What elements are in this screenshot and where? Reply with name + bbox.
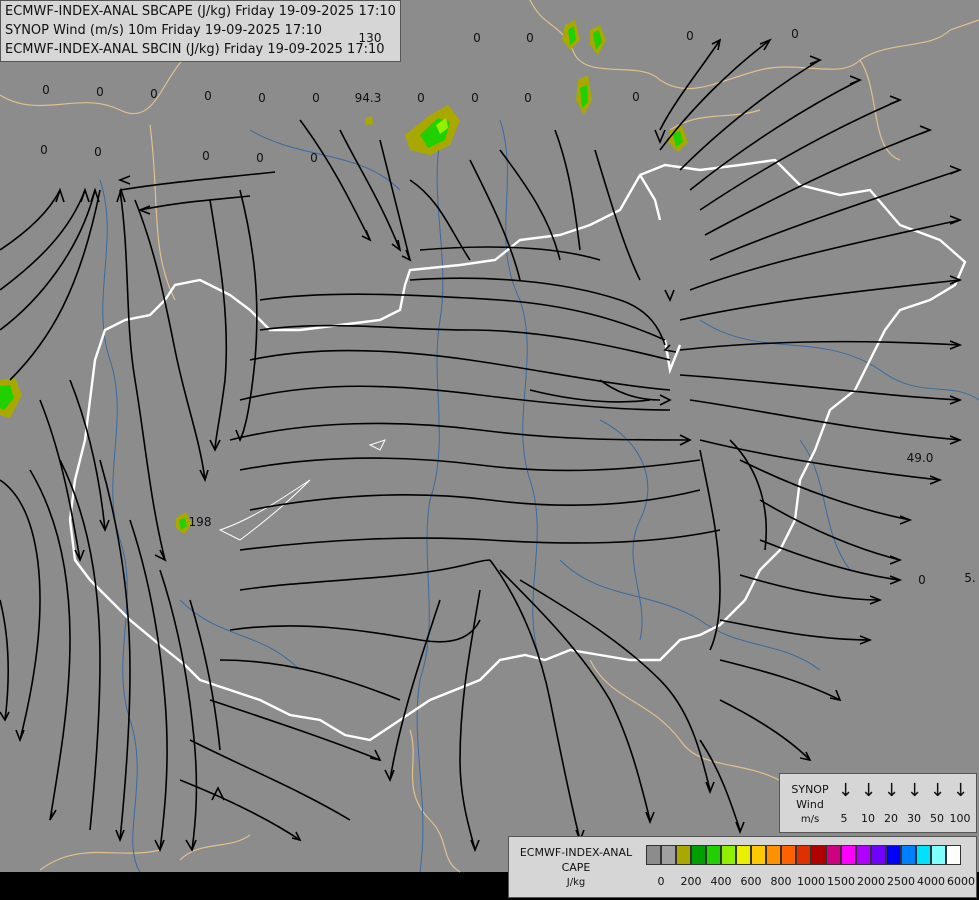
value-label: 0 — [632, 90, 640, 104]
wind-speed-label: 20 — [884, 812, 898, 825]
cape-legend-title-line2: CAPE — [561, 861, 591, 874]
cape-color-swatch — [646, 845, 661, 865]
wind-speed-label: 100 — [949, 812, 971, 825]
cape-tick-label: 2500 — [887, 875, 915, 888]
cape-color-swatch — [916, 845, 931, 865]
wind-arrow-icon: ↓ — [953, 780, 969, 801]
cape-color-swatch — [931, 845, 946, 865]
value-label: 0 — [918, 573, 926, 587]
wind-speed-label: 30 — [907, 812, 921, 825]
wind-speed-label: 50 — [930, 812, 944, 825]
cape-color-swatch — [661, 845, 676, 865]
cape-tick-label: 800 — [770, 875, 792, 888]
value-label: 0 — [526, 31, 534, 45]
value-label: 0 — [417, 91, 425, 105]
value-label-cape: 130 — [358, 31, 382, 45]
cape-color-swatch — [706, 845, 721, 865]
wind-legend-title-line2: Wind — [796, 798, 824, 811]
cape-color-swatch — [856, 845, 871, 865]
title-sbcin: ECMWF-INDEX-ANAL SBCIN (J/kg) Friday 19-… — [5, 42, 385, 57]
value-label: 0 — [96, 85, 104, 99]
cape-legend-title-line1: ECMWF-INDEX-ANAL — [519, 846, 633, 859]
wind-speed-label: 10 — [861, 812, 875, 825]
value-label: 0 — [256, 151, 264, 165]
title-sbcape: ECMWF-INDEX-ANAL SBCAPE (J/kg) Friday 19… — [5, 4, 396, 19]
wind-arrow-icon: ↓ — [861, 780, 877, 801]
value-label-cape: 49.0 — [906, 451, 934, 465]
title-synop-wind: SYNOP Wind (m/s) 10m Friday 19-09-2025 1… — [5, 23, 323, 38]
cape-tick-label: 400 — [710, 875, 732, 888]
wind-legend-unit: m/s — [800, 814, 820, 825]
value-label: 0 — [471, 91, 479, 105]
value-label: 0 — [312, 91, 320, 105]
map-canvas — [0, 0, 979, 900]
cape-color-swatch — [886, 845, 901, 865]
cape-color-swatch — [841, 845, 856, 865]
cape-legend: ECMWF-INDEX-ANAL CAPE J/kg 0 200 400 600… — [508, 836, 977, 898]
weather-map[interactable]: ECMWF-INDEX-ANAL SBCAPE (J/kg) Friday 19… — [0, 0, 979, 900]
cape-color-swatch — [811, 845, 826, 865]
cape-legend-title: ECMWF-INDEX-ANAL CAPE J/kg — [513, 845, 639, 890]
wind-arrow-icon: ↓ — [884, 780, 900, 801]
wind-arrow-icon: ↓ — [930, 780, 946, 801]
cape-color-swatch — [766, 845, 781, 865]
wind-legend-title: SYNOP Wind m/s — [784, 782, 836, 827]
cape-color-swatch — [946, 845, 961, 865]
value-label: 0 — [150, 87, 158, 101]
value-label-cape-max: 94.3 — [354, 91, 382, 105]
cape-color-swatch — [796, 845, 811, 865]
cape-legend-unit: J/kg — [566, 877, 586, 888]
cape-tick-label: 4000 — [917, 875, 945, 888]
value-label-cape: 198 — [188, 515, 212, 529]
country-border-north — [638, 174, 682, 375]
cape-color-swatch — [691, 845, 706, 865]
cape-color-swatch — [781, 845, 796, 865]
wind-speed-label: 5 — [840, 812, 848, 825]
map-title-box: ECMWF-INDEX-ANAL SBCAPE (J/kg) Friday 19… — [0, 0, 401, 62]
rivers — [99, 119, 979, 873]
lake-outline — [218, 479, 311, 541]
lake-outline-2 — [368, 439, 386, 451]
value-label: 0 — [202, 149, 210, 163]
wind-arrow-icon: ↓ — [907, 780, 923, 801]
cape-tick-label: 0 — [657, 875, 665, 888]
cape-color-swatch — [871, 845, 886, 865]
cape-tick-label: 6000 — [947, 875, 975, 888]
value-label: 0 — [40, 143, 48, 157]
cape-color-swatch — [721, 845, 736, 865]
cape-tick-label: 200 — [680, 875, 702, 888]
cape-color-swatch — [751, 845, 766, 865]
value-label: 0 — [686, 29, 694, 43]
cape-tick-label: 2000 — [857, 875, 885, 888]
value-label-cape: 5. — [964, 571, 976, 585]
value-label: 0 — [258, 91, 266, 105]
value-label: 0 — [310, 151, 318, 165]
cape-color-swatch — [676, 845, 691, 865]
value-label: 0 — [791, 27, 799, 41]
cape-color-swatch — [736, 845, 751, 865]
cape-tick-label: 1000 — [797, 875, 825, 888]
cape-tick-label: 600 — [740, 875, 762, 888]
value-label: 0 — [94, 145, 102, 159]
wind-arrow-icon: ↓ — [838, 780, 854, 801]
cape-color-swatch — [901, 845, 916, 865]
wind-legend: SYNOP Wind m/s ↓ ↓ ↓ ↓ ↓ ↓ 5 10 20 30 50… — [779, 773, 977, 833]
cape-tick-label: 1500 — [827, 875, 855, 888]
cape-color-swatch — [826, 845, 841, 865]
wind-legend-title-line1: SYNOP — [791, 783, 829, 796]
value-label: 0 — [204, 89, 212, 103]
value-label: 0 — [524, 91, 532, 105]
value-label: 0 — [42, 83, 50, 97]
neighbor-borders — [0, 0, 979, 873]
value-label: 0 — [473, 31, 481, 45]
